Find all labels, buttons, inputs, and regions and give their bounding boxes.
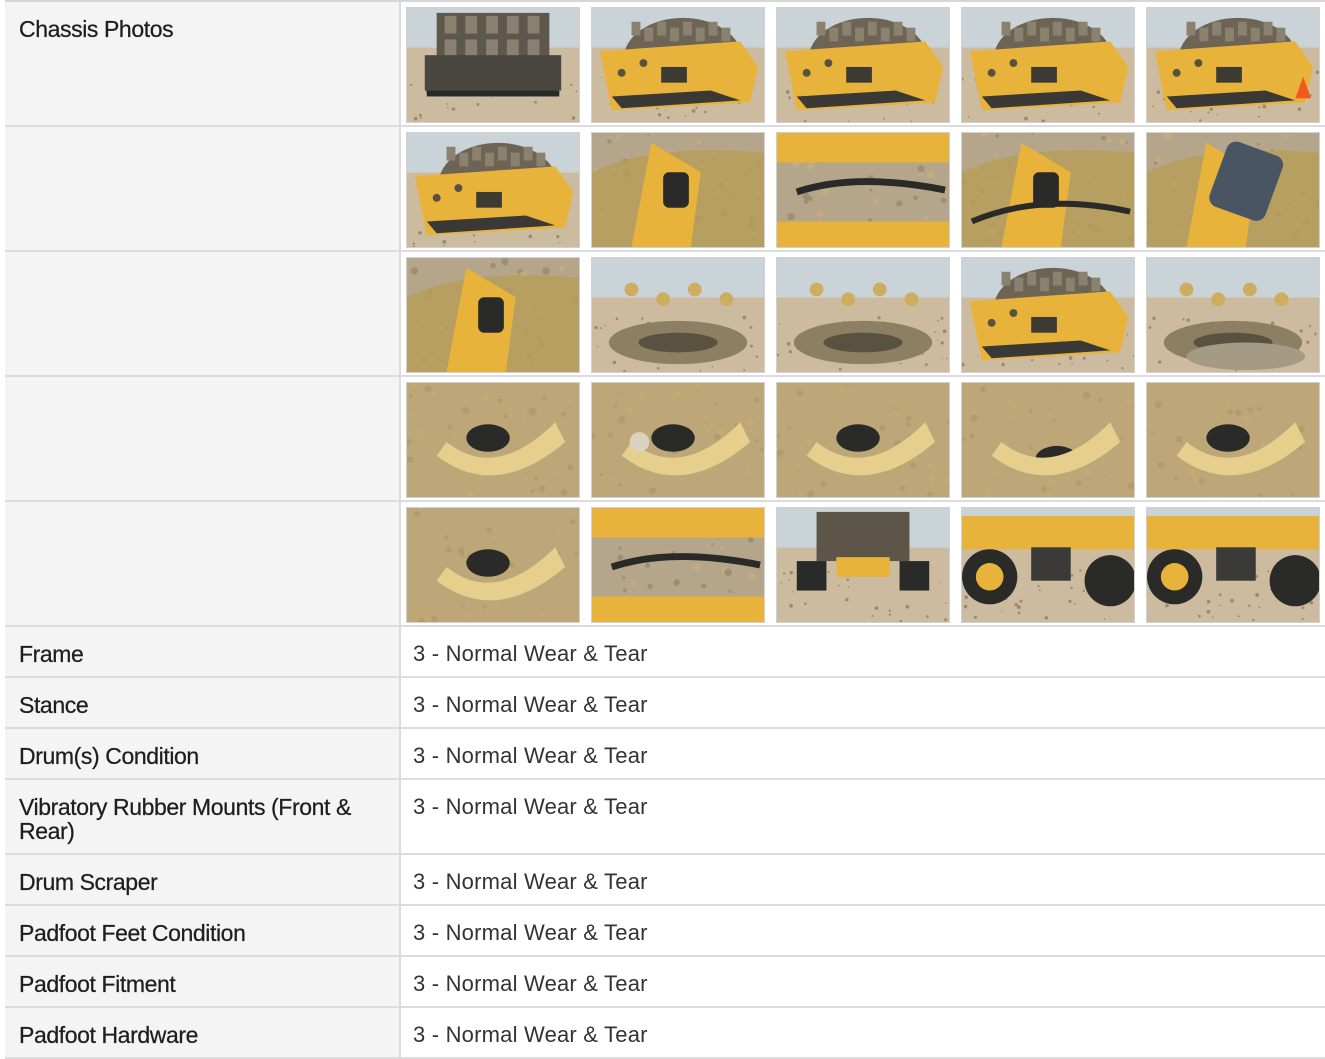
chassis-photo-thumbnail[interactable] xyxy=(591,7,765,123)
photo-grid-row xyxy=(401,252,1325,375)
chassis-photo-thumbnail[interactable] xyxy=(591,257,765,373)
chassis-photo-thumbnail[interactable] xyxy=(1146,382,1320,498)
chassis-photo-thumbnail[interactable] xyxy=(406,132,580,248)
inspection-table: Chassis Photos Frame 3 - Normal Wear & T… xyxy=(5,0,1325,1059)
chassis-photo-thumbnail[interactable] xyxy=(961,382,1135,498)
condition-label: Padfoot Fitment xyxy=(5,957,401,1006)
chassis-photo-thumbnail[interactable] xyxy=(776,257,950,373)
chassis-photo-thumbnail[interactable] xyxy=(961,507,1135,623)
condition-value: 3 - Normal Wear & Tear xyxy=(413,920,648,945)
empty-label xyxy=(5,502,401,625)
condition-row-drum-scraper: Drum Scraper 3 - Normal Wear & Tear xyxy=(5,855,1325,906)
chassis-photo-thumbnail[interactable] xyxy=(776,7,950,123)
condition-row-padfoot-hardware: Padfoot Hardware 3 - Normal Wear & Tear xyxy=(5,1008,1325,1059)
condition-label: Padfoot Hardware xyxy=(5,1008,401,1057)
photo-grid-row xyxy=(401,502,1325,625)
condition-value: 3 - Normal Wear & Tear xyxy=(413,743,648,768)
empty-label xyxy=(5,127,401,250)
condition-label: Padfoot Feet Condition xyxy=(5,906,401,955)
chassis-photo-thumbnail[interactable] xyxy=(1146,257,1320,373)
chassis-photo-thumbnail[interactable] xyxy=(406,7,580,123)
condition-row-drum: Drum(s) Condition 3 - Normal Wear & Tear xyxy=(5,729,1325,780)
chassis-photo-thumbnail[interactable] xyxy=(591,507,765,623)
photo-row xyxy=(5,377,1325,502)
chassis-photo-thumbnail[interactable] xyxy=(776,132,950,248)
photo-grid-row xyxy=(401,377,1325,500)
photo-row xyxy=(5,502,1325,627)
condition-label: Frame xyxy=(5,627,401,676)
condition-row-frame: Frame 3 - Normal Wear & Tear xyxy=(5,627,1325,678)
photo-row xyxy=(5,252,1325,377)
section-label: Chassis Photos xyxy=(5,2,401,125)
condition-value: 3 - Normal Wear & Tear xyxy=(413,971,648,996)
empty-label xyxy=(5,377,401,500)
condition-row-padfoot-feet: Padfoot Feet Condition 3 - Normal Wear &… xyxy=(5,906,1325,957)
chassis-photo-thumbnail[interactable] xyxy=(591,132,765,248)
condition-label: Vibratory Rubber Mounts (Front & Rear) xyxy=(5,780,401,853)
condition-value: 3 - Normal Wear & Tear xyxy=(413,692,648,717)
chassis-photo-thumbnail[interactable] xyxy=(406,507,580,623)
condition-row-vibratory-mounts: Vibratory Rubber Mounts (Front & Rear) 3… xyxy=(5,780,1325,855)
condition-value: 3 - Normal Wear & Tear xyxy=(413,641,648,666)
condition-row-stance: Stance 3 - Normal Wear & Tear xyxy=(5,678,1325,729)
condition-label: Stance xyxy=(5,678,401,727)
chassis-photo-thumbnail[interactable] xyxy=(406,382,580,498)
condition-value: 3 - Normal Wear & Tear xyxy=(413,1022,648,1047)
condition-label: Drum(s) Condition xyxy=(5,729,401,778)
chassis-photo-thumbnail[interactable] xyxy=(961,132,1135,248)
photo-grid-row xyxy=(401,127,1325,250)
condition-label: Drum Scraper xyxy=(5,855,401,904)
condition-value: 3 - Normal Wear & Tear xyxy=(413,794,648,819)
chassis-photo-thumbnail[interactable] xyxy=(961,7,1135,123)
photo-row xyxy=(5,127,1325,252)
chassis-photo-thumbnail[interactable] xyxy=(776,382,950,498)
condition-row-padfoot-fitment: Padfoot Fitment 3 - Normal Wear & Tear xyxy=(5,957,1325,1008)
chassis-photo-thumbnail[interactable] xyxy=(406,257,580,373)
chassis-photo-thumbnail[interactable] xyxy=(776,507,950,623)
chassis-photo-thumbnail[interactable] xyxy=(1146,507,1320,623)
chassis-photo-thumbnail[interactable] xyxy=(961,257,1135,373)
empty-label xyxy=(5,252,401,375)
photo-row: Chassis Photos xyxy=(5,2,1325,127)
photo-grid-row xyxy=(401,2,1325,125)
chassis-photo-thumbnail[interactable] xyxy=(1146,132,1320,248)
chassis-photo-thumbnail[interactable] xyxy=(1146,7,1320,123)
condition-value: 3 - Normal Wear & Tear xyxy=(413,869,648,894)
chassis-photo-thumbnail[interactable] xyxy=(591,382,765,498)
